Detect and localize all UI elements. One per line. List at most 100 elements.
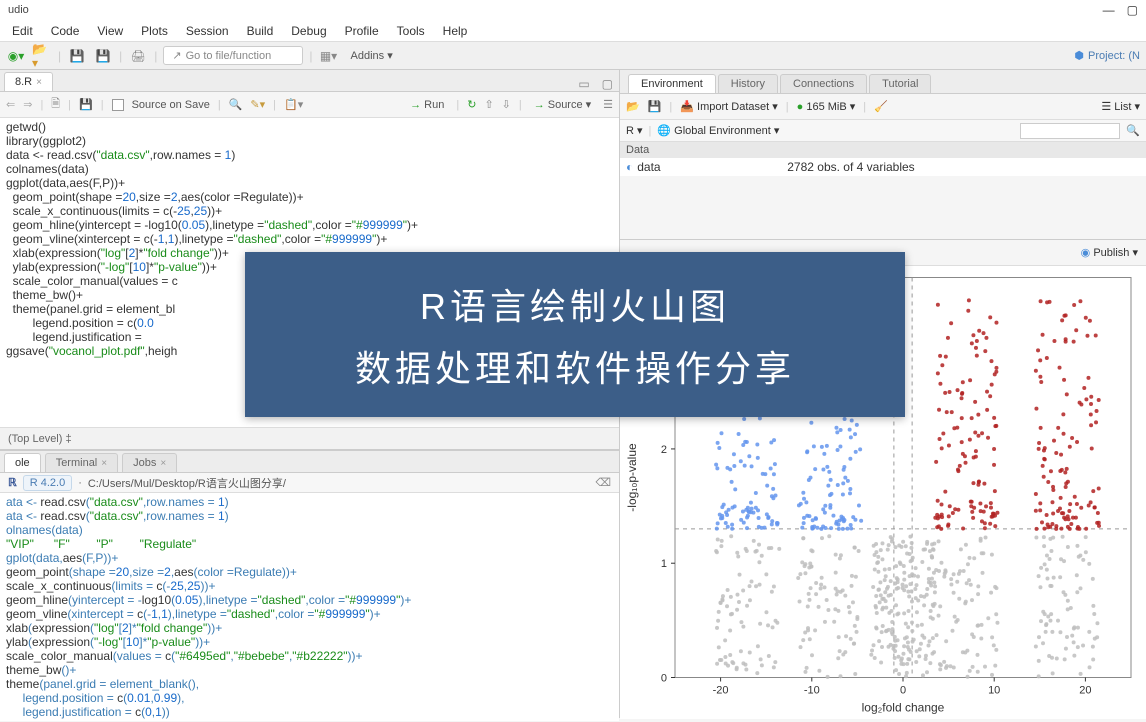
goto-file-input[interactable]: ↗ Go to file/function: [163, 46, 303, 65]
r-version: R 4.2.0: [23, 475, 72, 491]
forward-icon[interactable]: ⇒: [23, 98, 32, 111]
source-tab[interactable]: 8.R ×: [4, 72, 53, 91]
banner-line2: 数据处理和软件操作分享: [355, 340, 795, 392]
env-row-data[interactable]: ◐ data 2782 obs. of 4 variables: [620, 158, 1146, 176]
list-view-button[interactable]: ☰ List ▾: [1101, 100, 1140, 113]
close-icon[interactable]: ×: [101, 458, 107, 469]
tab-console[interactable]: ole: [4, 453, 41, 472]
working-dir[interactable]: C:/Users/Mul/Desktop/R语言火山图分享/: [88, 475, 286, 491]
svg-text:10: 10: [988, 685, 1000, 697]
project-label: Project: (N: [1088, 50, 1140, 62]
print-icon[interactable]: 🖨: [128, 46, 148, 66]
svg-text:log₂fold change: log₂fold change: [862, 701, 945, 715]
source-on-save-label: Source on Save: [132, 99, 210, 111]
close-icon[interactable]: ×: [160, 458, 166, 469]
menu-tools[interactable]: Tools: [389, 22, 433, 40]
menu-debug[interactable]: Debug: [283, 22, 334, 40]
new-file-icon[interactable]: ◉▾: [6, 46, 26, 66]
import-dataset-button[interactable]: 📥 Import Dataset ▾: [680, 100, 777, 113]
source-on-save-checkbox[interactable]: [112, 99, 124, 111]
function-nav[interactable]: (Top Level) ‡: [8, 433, 72, 445]
save-icon[interactable]: 💾: [67, 46, 87, 66]
svg-text:0: 0: [900, 685, 906, 697]
maximize-pane-icon[interactable]: ▢: [596, 77, 619, 91]
app-title: udio: [8, 4, 29, 16]
env-data: Data ◐ data 2782 obs. of 4 variables: [620, 142, 1146, 176]
addins-dropdown[interactable]: Addins ▾: [345, 47, 399, 64]
tab-connections[interactable]: Connections: [780, 74, 867, 93]
grid-icon[interactable]: ▦▾: [319, 46, 339, 66]
broom-icon[interactable]: 🧹: [874, 100, 888, 113]
source-toolbar: ⇐ ⇒ | 🗎 | 💾 | Source on Save | 🔍 ✎▾ | 📋▾…: [0, 92, 619, 118]
back-icon[interactable]: ⇐: [6, 98, 15, 111]
svg-text:2: 2: [661, 444, 667, 456]
svg-text:0: 0: [661, 673, 667, 685]
source-tab-label: 8.R: [15, 76, 32, 88]
menu-profile[interactable]: Profile: [337, 22, 387, 40]
project-menu[interactable]: ⬢ Project: (N: [1074, 49, 1140, 62]
menubar: Edit Code View Plots Session Build Debug…: [0, 20, 1146, 42]
find-icon[interactable]: 🔍: [229, 98, 243, 111]
menu-code[interactable]: Code: [43, 22, 88, 40]
minimize-icon[interactable]: —: [1103, 3, 1115, 17]
window-controls: — ▢: [1103, 3, 1138, 17]
go-down-icon[interactable]: ⇩: [502, 98, 511, 111]
open-file-icon[interactable]: 📂▾: [32, 46, 52, 66]
source-button[interactable]: →Source ▾: [530, 96, 595, 113]
console-tabs: ole Terminal × Jobs ×: [0, 451, 619, 473]
menu-build[interactable]: Build: [239, 22, 282, 40]
memory-pill[interactable]: ● 165 MiB ▾: [797, 100, 856, 113]
publish-button[interactable]: ◉ Publish ▾: [1081, 246, 1138, 259]
outline-icon[interactable]: ☰: [603, 98, 613, 111]
env-var-value: 2782 obs. of 4 variables: [787, 160, 914, 174]
console-path-bar: ℝ R 4.2.0 · C:/Users/Mul/Desktop/R语言火山图分…: [0, 473, 619, 493]
tab-tutorial[interactable]: Tutorial: [869, 74, 931, 93]
close-icon[interactable]: ×: [36, 77, 42, 88]
tab-jobs[interactable]: Jobs ×: [122, 453, 177, 472]
project-icon: ⬢: [1074, 49, 1084, 62]
report-icon[interactable]: 📋▾: [284, 98, 303, 111]
lang-dropdown[interactable]: R ▾: [626, 124, 643, 137]
save-icon[interactable]: 💾: [79, 98, 93, 111]
wand-icon[interactable]: ✎▾: [250, 98, 265, 111]
save-all-icon[interactable]: 💾: [93, 46, 113, 66]
main-toolbar: ◉▾ 📂▾ | 💾 💾 | 🖨 | ↗ Go to file/function …: [0, 42, 1146, 70]
env-dropdown[interactable]: 🌐 Global Environment ▾: [657, 124, 779, 137]
clear-console-icon[interactable]: ⌫: [595, 476, 611, 489]
tab-environment[interactable]: Environment: [628, 74, 716, 93]
svg-text:-log₁₀p-value: -log₁₀p-value: [625, 443, 639, 512]
search-env-input[interactable]: [1020, 123, 1120, 139]
save-icon[interactable]: 💾: [648, 100, 662, 113]
tab-history[interactable]: History: [718, 74, 778, 93]
banner-line1: R语言绘制火山图: [420, 278, 730, 330]
env-tabs: Environment History Connections Tutorial: [620, 70, 1146, 94]
minimize-pane-icon[interactable]: ▭: [572, 77, 595, 91]
env-scope-bar: R ▾ | 🌐 Global Environment ▾ 🔍: [620, 120, 1146, 142]
menu-edit[interactable]: Edit: [4, 22, 41, 40]
source-tabs: 8.R × ▭ ▢: [0, 70, 619, 92]
menu-plots[interactable]: Plots: [133, 22, 176, 40]
menu-session[interactable]: Session: [178, 22, 237, 40]
menu-help[interactable]: Help: [435, 22, 476, 40]
goto-arrow-icon: ↗: [172, 49, 181, 62]
svg-text:-20: -20: [713, 685, 729, 697]
source-status: (Top Level) ‡: [0, 427, 619, 449]
goto-placeholder: Go to file/function: [186, 50, 272, 62]
env-var-name: data: [637, 160, 787, 174]
svg-text:20: 20: [1079, 685, 1091, 697]
tab-terminal[interactable]: Terminal ×: [45, 453, 118, 472]
env-section-data: Data: [620, 142, 1146, 158]
show-doc-icon[interactable]: 🗎: [51, 95, 60, 114]
go-up-icon[interactable]: ⇧: [484, 98, 493, 111]
console-output[interactable]: ata <- read.csv("data.csv",row.names = 1…: [0, 493, 619, 721]
banner-overlay: R语言绘制火山图 数据处理和软件操作分享: [245, 252, 905, 417]
rerun-icon[interactable]: ↻: [467, 98, 476, 111]
run-button[interactable]: →Run: [406, 97, 448, 113]
load-icon[interactable]: 📂: [626, 100, 640, 113]
search-icon[interactable]: 🔍: [1126, 124, 1140, 137]
titlebar: udio — ▢: [0, 0, 1146, 20]
menu-view[interactable]: View: [89, 22, 131, 40]
svg-text:-10: -10: [804, 685, 820, 697]
expand-icon[interactable]: ◐: [626, 160, 633, 174]
maximize-icon[interactable]: ▢: [1127, 3, 1138, 17]
